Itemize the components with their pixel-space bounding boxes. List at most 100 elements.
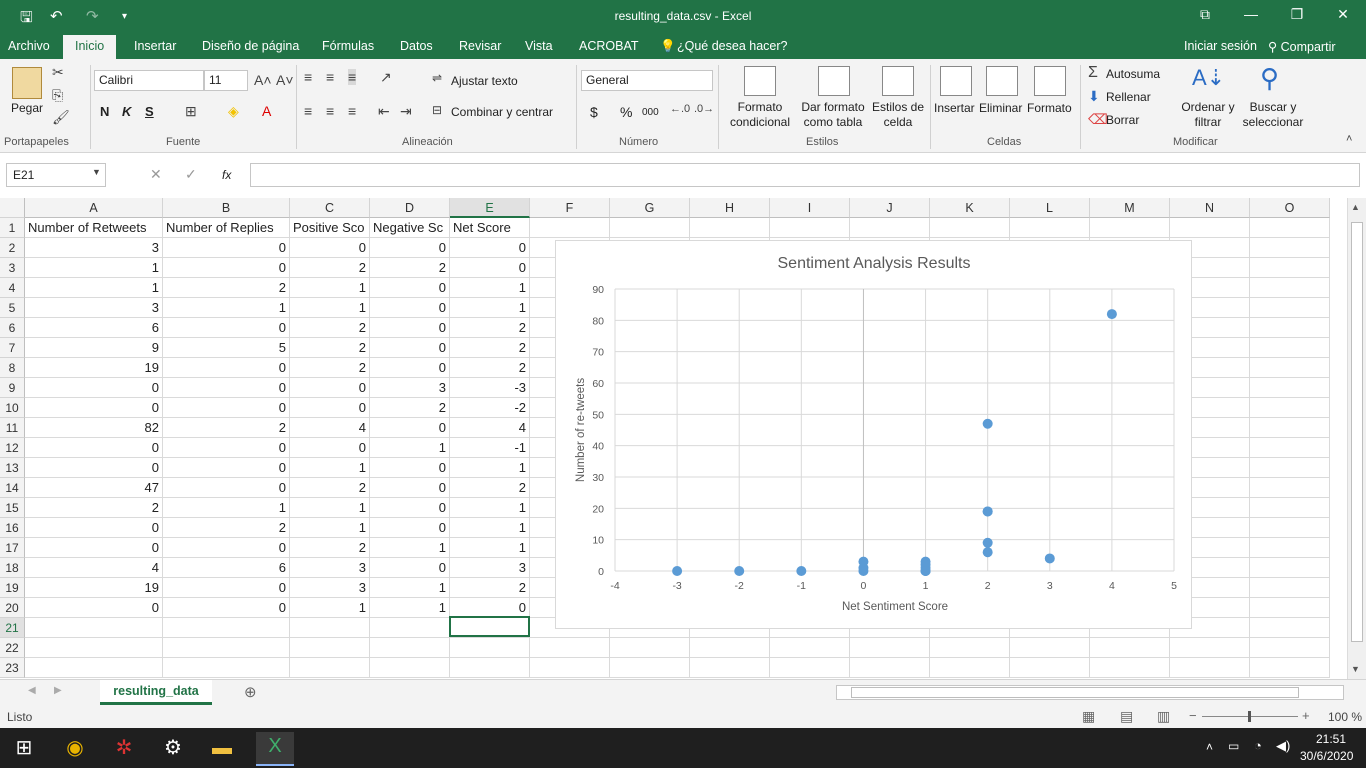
grid-cell[interactable]: 0 xyxy=(25,538,163,558)
wifi-icon[interactable]: ◔ xyxy=(1254,738,1262,753)
grid-cell[interactable] xyxy=(610,658,690,678)
sheet-tab-resulting-data[interactable]: resulting_data xyxy=(100,680,212,705)
grid-cell[interactable] xyxy=(1010,218,1090,238)
zoom-level[interactable]: 100 % xyxy=(1328,710,1362,724)
autosum-button[interactable]: Autosuma xyxy=(1106,67,1160,81)
grid-cell[interactable] xyxy=(1250,298,1330,318)
align-left-icon[interactable]: ≡ xyxy=(304,103,312,119)
cancel-icon[interactable]: ✕ xyxy=(150,166,162,183)
grid-cell[interactable]: 1 xyxy=(450,278,530,298)
row-header[interactable]: 10 xyxy=(0,398,25,418)
grid-cell[interactable]: -2 xyxy=(450,398,530,418)
grid-cell[interactable] xyxy=(1250,338,1330,358)
select-all-corner[interactable] xyxy=(0,198,25,218)
grid-cell[interactable] xyxy=(1250,258,1330,278)
tab-archivo[interactable]: Archivo xyxy=(8,39,50,53)
column-header[interactable]: N xyxy=(1170,198,1250,218)
grid-cell[interactable] xyxy=(290,658,370,678)
grid-cell[interactable] xyxy=(163,658,290,678)
grow-font-icon[interactable]: A˄ xyxy=(254,72,272,88)
column-header[interactable]: B xyxy=(163,198,290,218)
grid-cell[interactable]: 2 xyxy=(163,278,290,298)
grid-cell[interactable]: 0 xyxy=(163,358,290,378)
grid-cell[interactable]: Negative Sc xyxy=(370,218,450,238)
tab-acrobat[interactable]: ACROBAT xyxy=(579,39,639,53)
grid-cell[interactable] xyxy=(610,218,690,238)
tab-revisar[interactable]: Revisar xyxy=(459,39,501,53)
grid-cell[interactable]: -3 xyxy=(450,378,530,398)
grid-cell[interactable]: 0 xyxy=(450,258,530,278)
align-top-icon[interactable]: ≡ xyxy=(304,69,312,85)
merge-icon[interactable]: ⊟ xyxy=(432,103,442,117)
grid-cell[interactable] xyxy=(1170,638,1250,658)
shrink-font-icon[interactable]: A˅ xyxy=(276,72,294,88)
font-color-icon[interactable]: A xyxy=(262,103,271,119)
name-box-dropdown-icon[interactable]: ▼ xyxy=(92,167,101,177)
grid-cell[interactable]: 4 xyxy=(25,558,163,578)
grid-cell[interactable]: 0 xyxy=(25,598,163,618)
grid-cell[interactable]: 3 xyxy=(25,238,163,258)
insert-function-button[interactable]: fx xyxy=(222,168,231,182)
tab-inicio[interactable]: Inicio xyxy=(63,35,117,59)
fill-down-icon[interactable]: ⬇ xyxy=(1088,88,1100,105)
clock-date[interactable]: 30/6/2020 xyxy=(1300,749,1353,763)
format-button[interactable]: Formato xyxy=(1027,101,1072,115)
grid-cell[interactable]: 47 xyxy=(25,478,163,498)
grid-cell[interactable]: 5 xyxy=(163,338,290,358)
grid-cell[interactable] xyxy=(163,638,290,658)
page-layout-icon[interactable]: ▤ xyxy=(1120,708,1133,725)
decrease-indent-icon[interactable]: ⇤ xyxy=(378,103,390,120)
fill-button[interactable]: Rellenar xyxy=(1106,90,1151,104)
share-button[interactable]: ⚲ Compartir xyxy=(1268,39,1336,54)
formula-input[interactable] xyxy=(250,163,1360,187)
font-size-select[interactable]: 11 xyxy=(204,70,248,91)
grid-cell[interactable]: 2 xyxy=(290,258,370,278)
tab-datos[interactable]: Datos xyxy=(400,39,433,53)
grid-cell[interactable]: 0 xyxy=(370,298,450,318)
grid-cell[interactable]: 1 xyxy=(290,298,370,318)
delete-cells-icon[interactable] xyxy=(986,66,1018,96)
grid-cell[interactable] xyxy=(370,638,450,658)
grid-cell[interactable]: 0 xyxy=(163,458,290,478)
row-header[interactable]: 17 xyxy=(0,538,25,558)
tab-vista[interactable]: Vista xyxy=(525,39,553,53)
grid-cell[interactable]: 0 xyxy=(163,598,290,618)
column-header[interactable]: J xyxy=(850,198,930,218)
grid-cell[interactable] xyxy=(850,218,930,238)
column-header[interactable]: H xyxy=(690,198,770,218)
grid-cell[interactable] xyxy=(163,618,290,638)
grid-cell[interactable]: 0 xyxy=(370,418,450,438)
column-header[interactable]: C xyxy=(290,198,370,218)
grid-cell[interactable] xyxy=(450,638,530,658)
grid-cell[interactable]: 2 xyxy=(370,398,450,418)
grid-cell[interactable] xyxy=(610,638,690,658)
cell-styles-button[interactable]: Estilos de celda xyxy=(868,100,928,130)
grid-cell[interactable] xyxy=(770,638,850,658)
grid-cell[interactable] xyxy=(25,658,163,678)
scatter-point[interactable] xyxy=(920,566,931,576)
enter-icon[interactable]: ✓ xyxy=(185,166,197,183)
grid-cell[interactable]: 0 xyxy=(163,438,290,458)
grid-cell[interactable] xyxy=(1250,358,1330,378)
column-header[interactable]: D xyxy=(370,198,450,218)
grid-cell[interactable] xyxy=(930,658,1010,678)
number-format-select[interactable]: General xyxy=(581,70,713,91)
grid-cell[interactable] xyxy=(690,658,770,678)
grid-cell[interactable]: 1 xyxy=(450,298,530,318)
grid-cell[interactable]: 0 xyxy=(25,458,163,478)
bold-button[interactable]: N xyxy=(100,104,109,119)
scroll-thumb[interactable] xyxy=(1351,222,1363,642)
row-header[interactable]: 23 xyxy=(0,658,25,678)
grid-cell[interactable]: 0 xyxy=(163,578,290,598)
grid-cell[interactable] xyxy=(850,658,930,678)
row-header[interactable]: 8 xyxy=(0,358,25,378)
grid-cell[interactable]: 0 xyxy=(290,238,370,258)
grid-cell[interactable] xyxy=(770,658,850,678)
row-header[interactable]: 16 xyxy=(0,518,25,538)
font-name-select[interactable]: Calibri xyxy=(94,70,204,91)
row-header[interactable]: 21 xyxy=(0,618,25,638)
scatter-chart[interactable]: 0 10 20 30 40 50 60 70 80 90 -4 -3 -2 -1 0 1 2 3 4 5 Sentim… xyxy=(555,240,1192,629)
sort-filter-button[interactable]: Ordenar y filtrar xyxy=(1180,100,1236,130)
row-header[interactable]: 20 xyxy=(0,598,25,618)
italic-button[interactable]: K xyxy=(122,104,131,119)
